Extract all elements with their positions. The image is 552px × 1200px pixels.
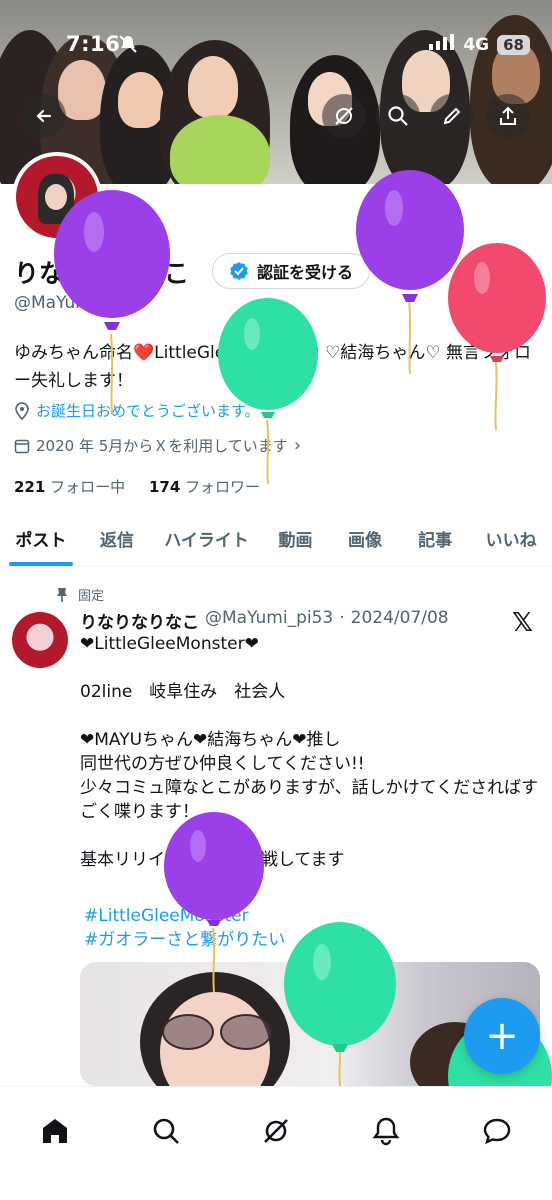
tab-replies[interactable]: 返信 [82, 510, 152, 566]
tab-posts[interactable]: ポスト [0, 510, 82, 566]
location-pin-icon [15, 401, 29, 420]
post-separator: · [339, 608, 345, 628]
nav-search[interactable] [136, 1101, 196, 1161]
grok-icon [264, 1119, 288, 1143]
nav-grok[interactable] [246, 1101, 306, 1161]
profile-tabs: ポスト 返信 ハイライト 動画 画像 記事 いいね [0, 510, 552, 567]
post-author-name[interactable]: りなりなりなこ [80, 608, 199, 633]
battery-indicator: 68 [497, 34, 530, 55]
status-bar: 7:16 4G 68 [0, 0, 552, 56]
post-author-handle[interactable]: @MaYumi_pi53 [205, 608, 333, 633]
search-icon [153, 1118, 179, 1144]
share-button[interactable] [486, 94, 530, 138]
chat-bubble-icon [483, 1118, 510, 1145]
edit-button[interactable] [430, 94, 474, 138]
status-right: 4G 68 [429, 34, 530, 55]
share-icon [500, 106, 516, 125]
nav-messages[interactable] [467, 1101, 527, 1161]
photo-face [188, 56, 238, 118]
compose-button[interactable]: + [464, 998, 540, 1074]
tab-images[interactable]: 画像 [330, 510, 400, 566]
get-verified-button[interactable]: 認証を受ける [212, 253, 371, 289]
post-header: りなりなりなこ @MaYumi_pi53 · 2024/07/08 [80, 608, 449, 633]
calendar-icon [14, 439, 30, 453]
green-balloon [284, 922, 396, 1086]
bottom-nav [0, 1086, 552, 1200]
green-balloon [218, 298, 318, 485]
back-button[interactable] [22, 94, 66, 138]
purple-balloon [164, 812, 264, 993]
tab-articles[interactable]: 記事 [400, 510, 470, 566]
verified-badge-icon [230, 262, 248, 280]
pin-icon [57, 587, 67, 602]
post-author-avatar[interactable] [12, 612, 68, 668]
search-button[interactable] [376, 94, 420, 138]
mute-bell-icon [118, 34, 138, 58]
photo-face [118, 72, 164, 128]
grok-button[interactable] [322, 94, 366, 138]
post-date[interactable]: 2024/07/08 [351, 608, 449, 633]
plus-icon: + [485, 1013, 519, 1059]
home-icon [43, 1119, 68, 1143]
tab-likes[interactable]: いいね [470, 510, 552, 566]
get-verified-label: 認証を受ける [257, 263, 354, 282]
post-body: ❤LittleGleeMonster❤ 02line 岐阜住み 社会人 ❤MAY… [80, 634, 539, 870]
pencil-icon [443, 107, 461, 125]
bell-icon [372, 1117, 400, 1146]
followers-count: 174 [148, 478, 181, 496]
pinned-label: 固定 [78, 589, 105, 604]
nav-notifications[interactable] [356, 1101, 416, 1161]
following-label: フォロー中 [50, 478, 126, 496]
status-time: 7:16 [66, 32, 121, 56]
nav-home[interactable] [25, 1101, 85, 1161]
back-arrow-icon [36, 109, 52, 123]
following-count: 221 [14, 478, 46, 496]
tab-videos[interactable]: 動画 [261, 510, 330, 566]
network-label: 4G [463, 34, 490, 55]
tab-highlights[interactable]: ハイライト [152, 510, 261, 566]
signal-icon [429, 34, 455, 55]
pinned-indicator: 固定 [56, 585, 104, 604]
red-balloon [448, 243, 546, 431]
search-icon [388, 106, 408, 126]
purple-balloon [54, 190, 170, 415]
grok-icon [335, 107, 353, 125]
following-link[interactable]: 221 フォロー中 [14, 478, 125, 496]
